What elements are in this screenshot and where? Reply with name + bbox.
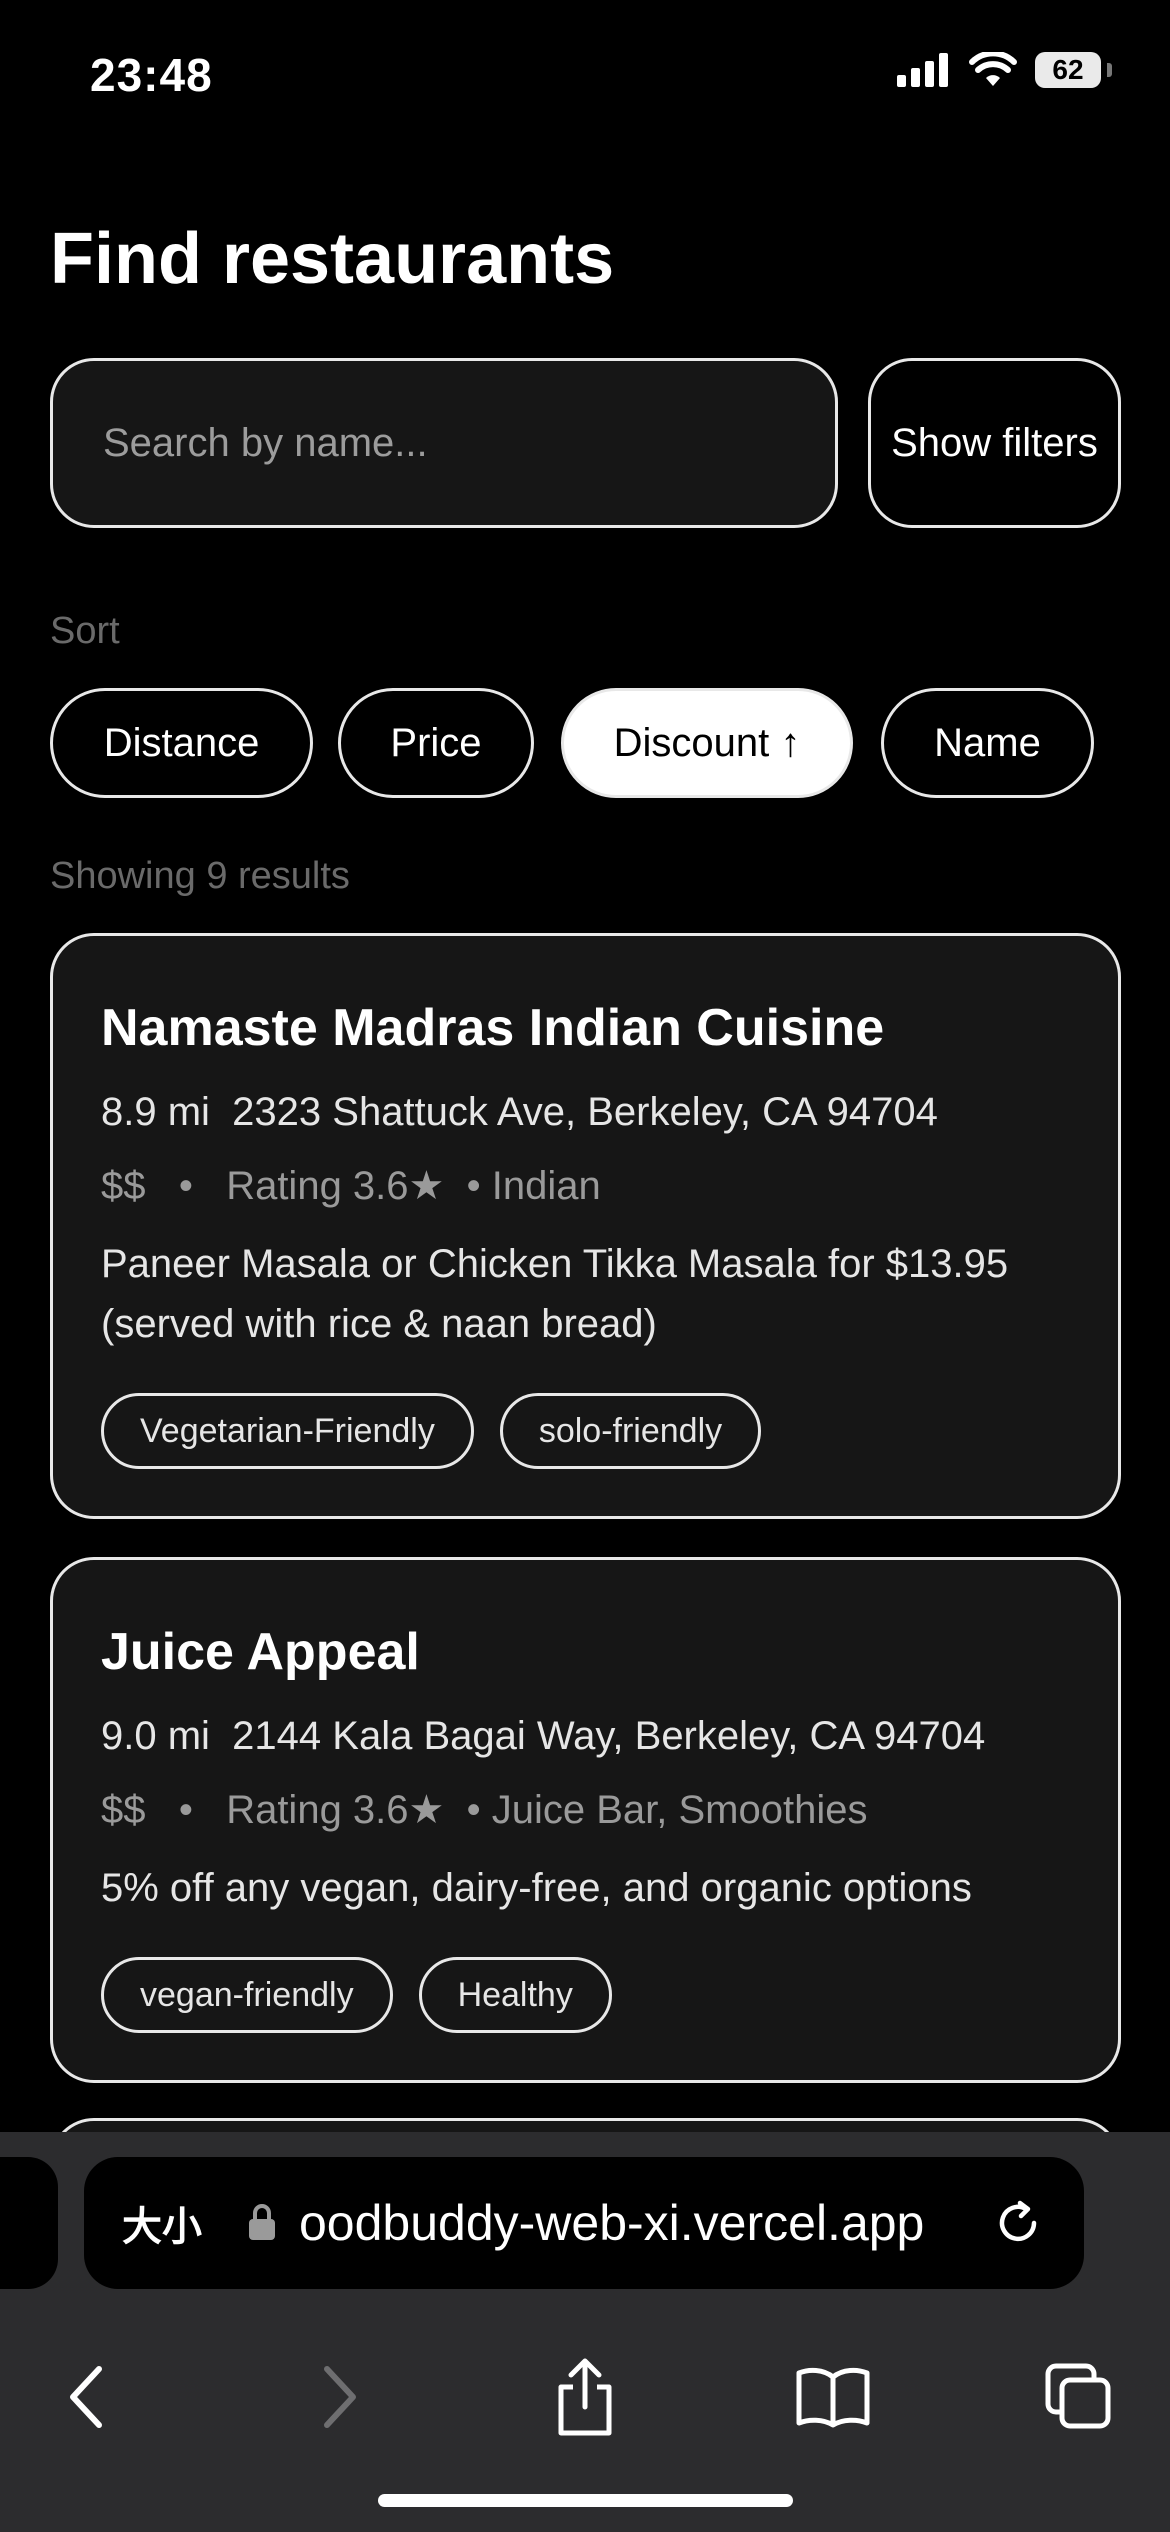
restaurant-price: $$ xyxy=(101,1164,146,1208)
address-bar[interactable]: 大小 oodbuddy-web-xi.vercel.app xyxy=(84,2157,1084,2289)
lock-icon xyxy=(249,2204,275,2240)
sort-price-button[interactable]: Price xyxy=(338,688,534,798)
tag-list: vegan-friendly Healthy xyxy=(101,1957,612,2033)
restaurant-rating: Rating 3.6★ xyxy=(226,1788,445,1832)
restaurant-distance: 8.9 mi xyxy=(101,1090,210,1134)
tag: Healthy xyxy=(418,1957,612,2033)
restaurant-address: 2144 Kala Bagai Way, Berkeley, CA 94704 xyxy=(232,1714,986,1758)
sort-discount-button[interactable]: Discount ↑ xyxy=(561,688,853,798)
status-time: 23:48 xyxy=(90,49,213,101)
battery-nub xyxy=(1107,63,1112,77)
bookmarks-button[interactable] xyxy=(778,2332,888,2462)
share-icon xyxy=(558,2358,612,2436)
tabs-button[interactable] xyxy=(1024,2332,1134,2462)
restaurant-meta: $$ • Rating 3.6★ • Juice Bar, Smoothies xyxy=(101,1788,868,1832)
restaurant-deal: Paneer Masala or Chicken Tikka Masala fo… xyxy=(101,1242,1009,1346)
forward-button[interactable] xyxy=(284,2332,394,2462)
cellular-signal-icon xyxy=(897,53,948,87)
page-settings-button[interactable]: 大小 xyxy=(122,2194,202,2252)
url-text: oodbuddy-web-xi.vercel.app xyxy=(299,2195,925,2251)
restaurant-price: $$ xyxy=(101,1788,146,1832)
reload-icon[interactable] xyxy=(990,2195,1046,2251)
restaurant-meta: $$ • Rating 3.6★ • Indian xyxy=(101,1164,601,1208)
tabs-icon xyxy=(1045,2363,1111,2429)
tag-list: Vegetarian-Friendly solo-friendly xyxy=(101,1393,762,1469)
restaurant-cuisine: • Juice Bar, Smoothies xyxy=(466,1788,868,1832)
restaurant-card[interactable]: Namaste Madras Indian Cuisine 8.9 mi 232… xyxy=(50,933,1121,1519)
status-bar: 23:48 62 xyxy=(0,0,1170,150)
status-icons: 62 xyxy=(897,52,1112,88)
restaurant-location: 8.9 mi 2323 Shattuck Ave, Berkeley, CA 9… xyxy=(101,1090,938,1135)
results-count: Showing 9 results xyxy=(50,855,350,897)
restaurant-deal: 5% off any vegan, dairy-free, and organi… xyxy=(101,1866,972,1910)
wifi-icon xyxy=(969,52,1017,86)
tag: solo-friendly xyxy=(499,1393,762,1469)
share-button[interactable] xyxy=(530,2332,640,2462)
sort-label: Sort xyxy=(50,610,120,652)
home-indicator xyxy=(378,2494,793,2507)
restaurant-distance: 9.0 mi xyxy=(101,1714,210,1758)
search-field[interactable] xyxy=(50,358,838,528)
forward-icon xyxy=(324,2366,356,2428)
restaurant-rating: Rating 3.6★ xyxy=(226,1164,445,1208)
back-button[interactable] xyxy=(32,2332,142,2462)
back-icon xyxy=(70,2366,102,2428)
page-title: Find restaurants xyxy=(50,219,615,299)
search-input[interactable] xyxy=(101,419,835,467)
restaurant-name: Namaste Madras Indian Cuisine xyxy=(101,999,885,1057)
restaurant-card[interactable]: Juice Appeal 9.0 mi 2144 Kala Bagai Way,… xyxy=(50,1557,1121,2083)
battery-level: 62 xyxy=(1052,54,1084,85)
tag: vegan-friendly xyxy=(101,1957,393,2033)
restaurant-location: 9.0 mi 2144 Kala Bagai Way, Berkeley, CA… xyxy=(101,1714,985,1759)
bookmarks-icon xyxy=(796,2367,870,2428)
sort-distance-button[interactable]: Distance xyxy=(50,688,313,798)
browser-toolbar: 大小 oodbuddy-web-xi.vercel.app xyxy=(0,2132,1170,2532)
previous-tab-edge[interactable] xyxy=(0,2157,58,2289)
battery-icon: 62 xyxy=(1035,52,1101,88)
tag: Vegetarian-Friendly xyxy=(101,1393,474,1469)
restaurant-address: 2323 Shattuck Ave, Berkeley, CA 94704 xyxy=(232,1090,938,1134)
sort-name-button[interactable]: Name xyxy=(881,688,1094,798)
show-filters-button[interactable]: Show filters xyxy=(868,358,1121,528)
restaurant-cuisine: • Indian xyxy=(466,1164,601,1208)
restaurant-name: Juice Appeal xyxy=(101,1623,420,1681)
